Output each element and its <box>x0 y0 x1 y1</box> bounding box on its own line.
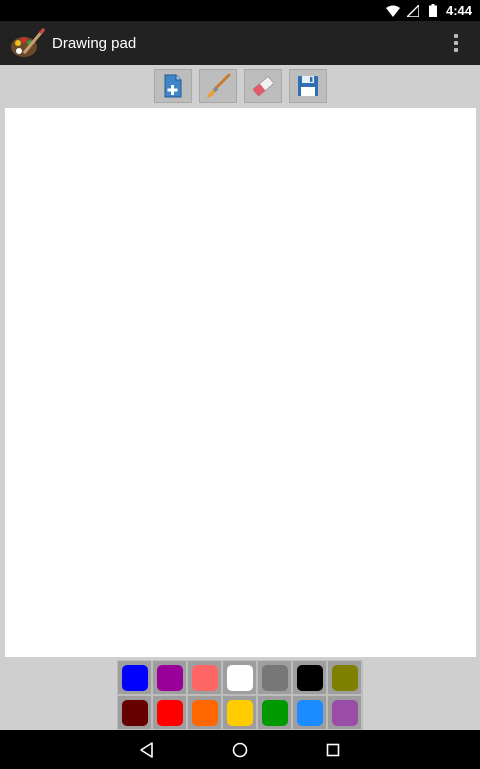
wifi-icon <box>385 4 400 18</box>
color-swatch-fill <box>121 699 148 726</box>
color-swatch-fill <box>156 664 183 691</box>
color-swatch-fill <box>261 699 288 726</box>
color-swatch-4[interactable] <box>223 661 256 694</box>
color-swatch-fill <box>261 664 288 691</box>
new-page-button[interactable] <box>153 69 192 103</box>
color-swatch-fill <box>191 699 218 726</box>
action-bar: Drawing pad <box>0 21 480 65</box>
color-swatch-8[interactable] <box>118 696 151 729</box>
color-swatch-fill <box>191 664 218 691</box>
color-swatch-12[interactable] <box>258 696 291 729</box>
save-button[interactable] <box>288 69 327 103</box>
color-swatch-1[interactable] <box>118 661 151 694</box>
color-swatch-3[interactable] <box>188 661 221 694</box>
drawing-canvas[interactable] <box>5 108 476 657</box>
color-swatch-fill <box>331 699 358 726</box>
color-swatch-5[interactable] <box>258 661 291 694</box>
palette-brush-icon <box>10 25 46 61</box>
color-swatch-13[interactable] <box>293 696 326 729</box>
new-document-icon <box>164 74 181 98</box>
color-swatch-fill <box>156 699 183 726</box>
signal-icon <box>406 4 420 18</box>
clock: 4:44 <box>445 3 472 18</box>
brush-icon <box>206 73 230 98</box>
color-swatch-10[interactable] <box>188 696 221 729</box>
color-swatch-2[interactable] <box>153 661 186 694</box>
recents-icon <box>327 743 340 756</box>
color-swatch-fill <box>296 699 323 726</box>
color-swatch-fill <box>226 699 253 726</box>
color-swatch-9[interactable] <box>153 696 186 729</box>
back-icon <box>139 741 153 758</box>
toolbar <box>0 65 480 107</box>
eraser-icon <box>252 76 274 97</box>
color-swatch-7[interactable] <box>328 661 361 694</box>
brush-button[interactable] <box>198 69 237 103</box>
color-swatch-6[interactable] <box>293 661 326 694</box>
overflow-menu-icon <box>454 34 458 38</box>
screen: 4:44 Drawing pad <box>0 0 480 769</box>
navigation-bar <box>0 730 480 769</box>
battery-icon <box>426 4 440 18</box>
status-bar: 4:44 <box>0 0 480 21</box>
color-swatch-fill <box>296 664 323 691</box>
home-icon <box>232 742 248 757</box>
color-swatch-fill <box>331 664 358 691</box>
app-title: Drawing pad <box>52 34 137 52</box>
color-swatch-11[interactable] <box>223 696 256 729</box>
back-button[interactable] <box>132 735 162 765</box>
color-swatch-fill <box>121 664 148 691</box>
eraser-button[interactable] <box>243 69 282 103</box>
overflow-menu-button[interactable] <box>446 29 466 57</box>
home-button[interactable] <box>225 735 255 765</box>
floppy-disk-icon <box>297 76 318 96</box>
color-swatch-14[interactable] <box>328 696 361 729</box>
color-swatch-fill <box>226 664 253 691</box>
color-palette <box>117 660 363 730</box>
recents-button[interactable] <box>318 735 348 765</box>
